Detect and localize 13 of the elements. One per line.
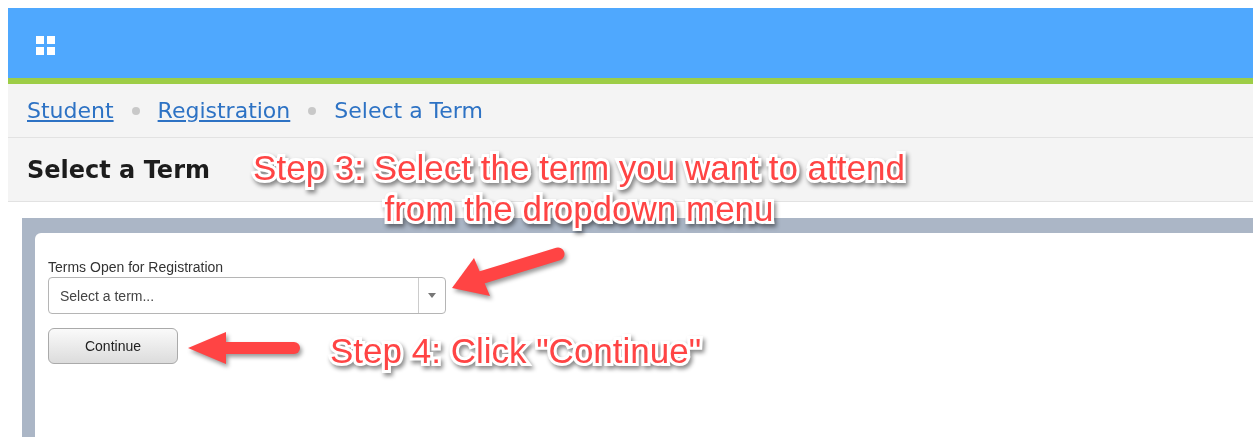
grid-menu-icon[interactable] xyxy=(36,36,55,55)
breadcrumb-link[interactable]: Registration xyxy=(157,98,291,123)
page-title: Select a Term xyxy=(27,155,210,184)
step-annotation: Step 3: Select the term you want to attend from the dropdown menu xyxy=(252,147,906,229)
term-select[interactable]: Select a term... xyxy=(48,277,446,314)
breadcrumb-current: Select a Term xyxy=(334,98,483,123)
continue-button[interactable]: Continue xyxy=(48,328,178,364)
caret-icon xyxy=(428,293,436,298)
field-label: Terms Open for Registration xyxy=(48,259,225,275)
separator-dot xyxy=(308,106,317,115)
step-annotation: Step 4: Click "Continue" xyxy=(330,330,702,371)
breadcrumb-link[interactable]: Student xyxy=(27,98,114,123)
separator-dot xyxy=(131,106,140,115)
